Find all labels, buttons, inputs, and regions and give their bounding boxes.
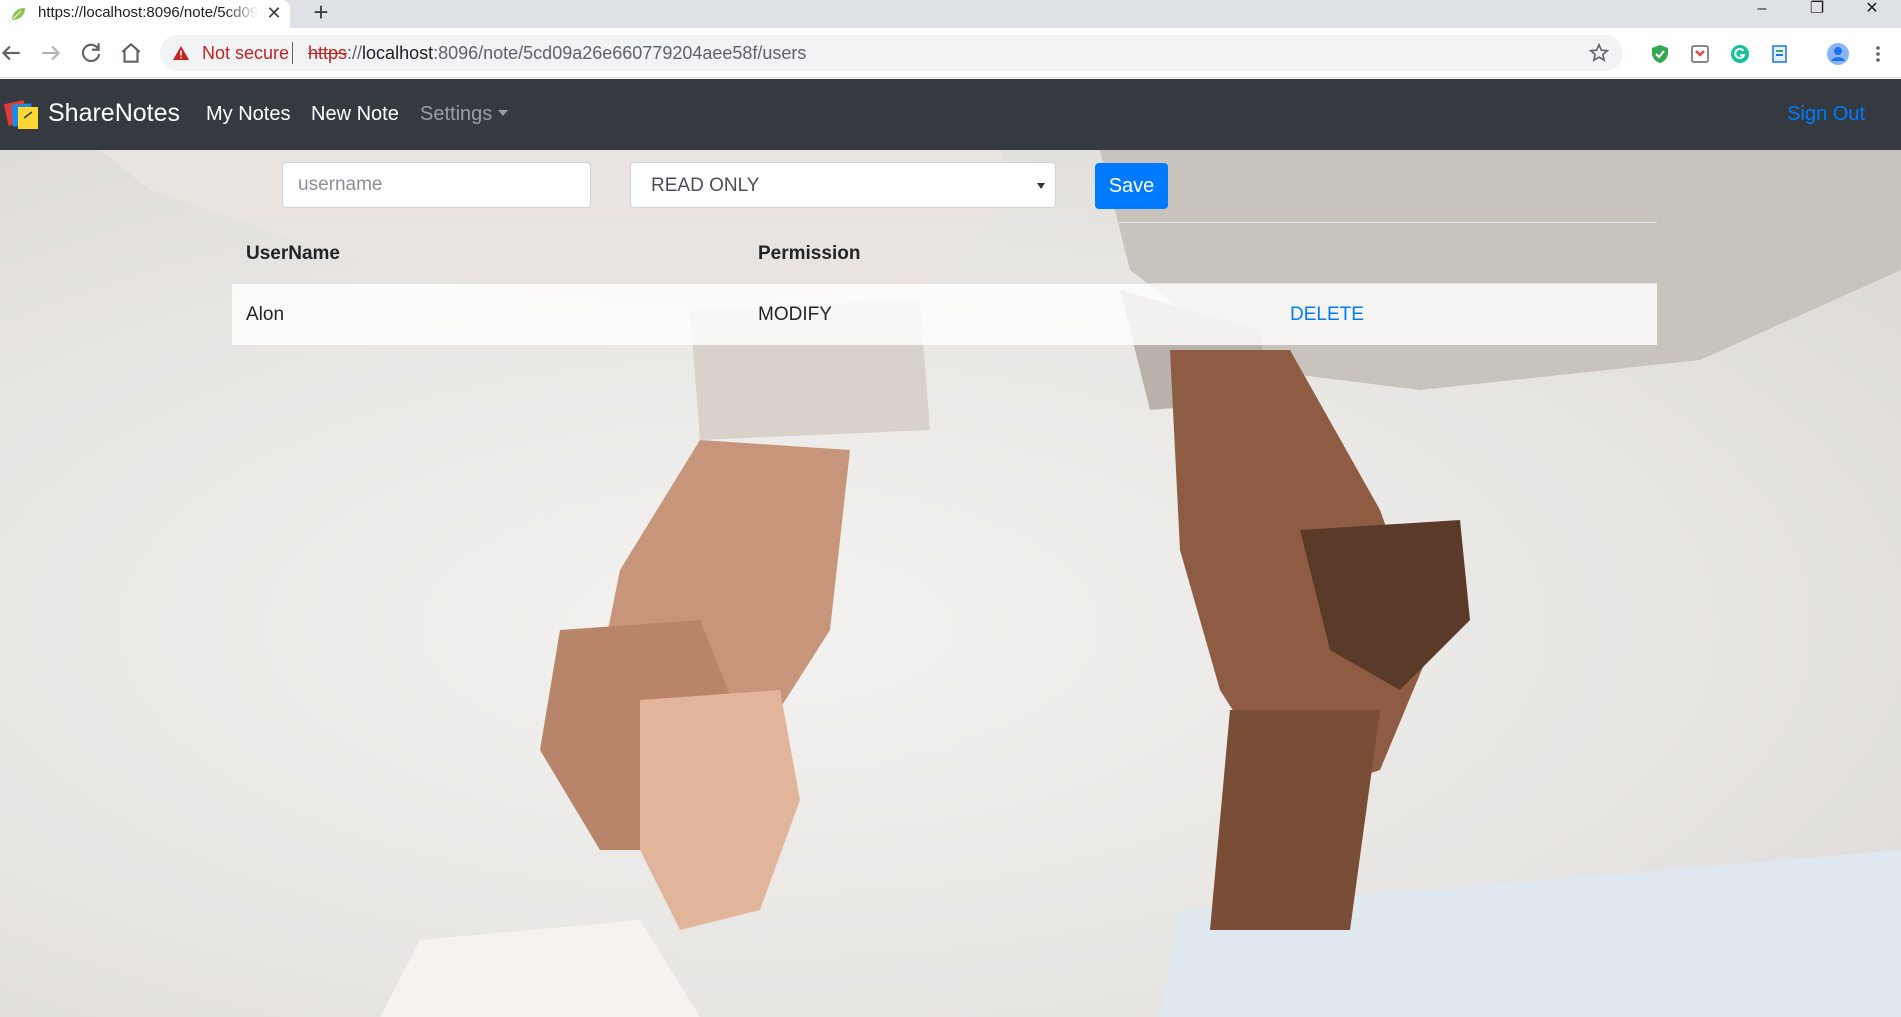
nav-settings-dropdown[interactable]: Settings (420, 103, 509, 126)
column-header-permission: Permission (758, 243, 861, 264)
browser-tab-strip: https://localhost:8096/note/5cd09a26e660… (0, 0, 1901, 28)
share-user-form: READ ONLY Save (0, 150, 1901, 220)
leaf-favicon-icon (12, 8, 25, 20)
url-scheme: https (308, 43, 348, 63)
forward-arrow-icon[interactable] (38, 40, 64, 66)
home-icon[interactable] (118, 40, 144, 66)
chevron-down-icon (498, 110, 509, 116)
address-bar[interactable]: Not secure https://localhost:8096/note/5… (160, 35, 1623, 71)
table-row: Alon MODIFY DELETE (232, 283, 1657, 345)
nav-new-note[interactable]: New Note (311, 103, 399, 126)
grammarly-extension-icon[interactable] (1730, 44, 1750, 64)
pocket-extension-icon[interactable] (1690, 44, 1710, 64)
url-path: :8096/note/5cd09a26e660779204aee58f/user… (433, 43, 807, 63)
permission-select-value: READ ONLY (651, 175, 760, 196)
url-separator: :// (347, 43, 363, 63)
document-extension-icon[interactable] (1770, 44, 1790, 64)
sharenotes-logo-icon[interactable] (4, 98, 44, 132)
window-restore-button[interactable]: ❐ (1790, 0, 1844, 22)
table-header-row: UserName Permission (232, 222, 1657, 283)
url-host: localhost (362, 43, 434, 63)
browser-menu-icon[interactable] (1868, 44, 1888, 64)
brand-name[interactable]: ShareNotes (48, 99, 180, 128)
app-navbar: ShareNotes My Notes New Note Settings Si… (0, 79, 1901, 150)
save-button[interactable]: Save (1095, 163, 1168, 209)
browser-tab[interactable]: https://localhost:8096/note/5cd09a26e660… (0, 0, 290, 28)
users-table: UserName Permission Alon MODIFY DELETE (232, 222, 1657, 345)
warning-icon (173, 46, 189, 60)
window-close-button[interactable]: ✕ (1845, 0, 1899, 22)
bookmark-star-icon[interactable] (1589, 43, 1609, 63)
column-header-username: UserName (246, 243, 340, 264)
omnibox-divider (292, 42, 293, 64)
shield-extension-icon[interactable] (1650, 44, 1670, 64)
permission-select[interactable]: READ ONLY (630, 162, 1056, 208)
back-arrow-icon[interactable] (0, 40, 24, 66)
row-username: Alon (246, 304, 285, 325)
select-caret-icon (1037, 183, 1045, 189)
window-minimize-button[interactable]: – (1735, 0, 1789, 22)
sign-out-link[interactable]: Sign Out (1787, 103, 1865, 126)
browser-toolbar: Not secure https://localhost:8096/note/5… (0, 28, 1901, 78)
tab-close-icon[interactable]: ✕ (264, 4, 284, 24)
row-permission: MODIFY (758, 304, 832, 325)
tab-title: https://localhost:8096/note/5cd09a26e660… (38, 4, 258, 21)
reload-icon[interactable] (78, 40, 104, 66)
url-text[interactable]: https://localhost:8096/note/5cd09a26e660… (308, 43, 806, 64)
not-secure-label[interactable]: Not secure (202, 43, 289, 64)
new-tab-button[interactable]: + (308, 0, 334, 26)
profile-avatar-icon[interactable] (1826, 42, 1850, 66)
nav-my-notes[interactable]: My Notes (206, 103, 290, 126)
username-input[interactable] (282, 162, 591, 208)
delete-user-link[interactable]: DELETE (1290, 304, 1364, 326)
nav-settings-label: Settings (420, 103, 493, 125)
